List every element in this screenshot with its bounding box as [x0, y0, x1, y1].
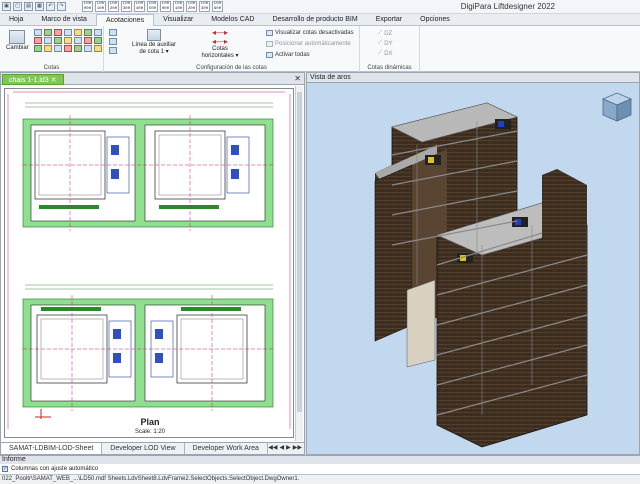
activar-todas-button[interactable]: Activar todas — [266, 52, 310, 58]
linea-auxiliar-button[interactable]: Línea de auxiliar de cota 1 ▾ — [126, 29, 182, 55]
document-tab[interactable]: chais 1-1.ld3 ✕ — [2, 74, 64, 85]
cotas-horizontales-button[interactable]: ◂—▸ ◂—▸ Cotas horizontales ▾ — [200, 28, 240, 59]
posicionar-automaticamente-button[interactable]: Posicionar automáticamente — [266, 41, 351, 47]
title-bar: ▣ ▢ ▤ ▦ ↶ ↷ L00 000 L00 100 L00 200 L00 300 L00 4… — [0, 0, 640, 14]
plan-title: Plan — [140, 417, 160, 427]
sheet-tabs: SAMAT-LDBIM-LOD-Sheet Developer LOD View D… — [1, 442, 304, 454]
sheet-nav-arrows: ◀◀ ◀ ▶ ▶▶ — [268, 444, 302, 451]
dx-icon: ⟋ — [378, 50, 383, 56]
ribbon-tab[interactable]: Acotaciones — [95, 14, 155, 26]
ribbon-tab[interactable]: Desarrollo de producto BIM — [263, 14, 366, 26]
dimension-tool-grid — [34, 29, 103, 52]
dim-tool-icon[interactable] — [34, 29, 42, 36]
group-cotas-label: Cotas — [43, 65, 60, 71]
prev-sheet-icon[interactable]: ◀ — [280, 444, 285, 451]
dz-icon: ⟋ — [378, 30, 383, 36]
vertical-scrollbar[interactable] — [295, 86, 303, 441]
dim-tool-icon[interactable] — [44, 37, 52, 44]
group-dinamicas-label: Cotas dinámicas — [367, 65, 412, 71]
document-tabs: chais 1-1.ld3 ✕ ✕ — [1, 73, 304, 85]
ribbon-tab[interactable]: Hoja — [0, 14, 32, 26]
shaft-plan-top — [22, 115, 274, 231]
ribbon-tab[interactable]: Opciones — [411, 14, 459, 26]
ribbon: Cambiar Cotas Línea de auxiliar de cota … — [0, 26, 640, 72]
dim-tool-icon[interactable] — [54, 29, 62, 36]
dy-button[interactable]: ⟋ DY — [378, 40, 393, 47]
dim-tool-icon[interactable] — [94, 37, 102, 44]
informe-header: Informe — [0, 455, 640, 464]
group-cotas: Cambiar Cotas — [0, 26, 104, 72]
dim-tool-icon[interactable] — [54, 37, 62, 44]
ribbon-tab[interactable]: Modelos CAD — [202, 14, 263, 26]
config-tool-icon[interactable] — [109, 38, 117, 45]
status-bar: 022_Pooltr\SAMAT_WEB_...\LD50.mdf Sheets… — [0, 474, 640, 484]
next-sheet-icon[interactable]: ▶ — [286, 444, 291, 451]
dim-tool-icon[interactable] — [84, 45, 92, 52]
config-tool-icon[interactable] — [109, 29, 117, 36]
cambiar-button[interactable]: Cambiar — [6, 30, 29, 51]
auto-position-icon — [266, 41, 273, 47]
autofit-columns-checkbox[interactable]: ✓ — [2, 466, 8, 472]
first-sheet-icon[interactable]: ◀◀ — [268, 444, 277, 451]
dim-tool-icon[interactable] — [74, 37, 82, 44]
panel-close-icon[interactable]: ✕ — [294, 74, 301, 83]
dim-tool-icon[interactable] — [34, 45, 42, 52]
ribbon-tab[interactable]: Visualizar — [154, 14, 202, 26]
dim-tool-icon[interactable] — [64, 37, 72, 44]
activate-all-icon — [266, 52, 273, 58]
group-configuracion-label: Configuración de las cotas — [196, 65, 267, 71]
dim-tool-icon[interactable] — [74, 29, 82, 36]
ribbon-tab[interactable]: Exportar — [367, 14, 411, 26]
dim-tool-icon[interactable] — [54, 45, 62, 52]
arrows-horizontal-icon: ◂—▸ — [211, 37, 229, 46]
sheet-tab[interactable]: Developer LOD View — [102, 443, 185, 454]
plan-scale: Scale: 1:20 — [134, 429, 166, 435]
plan-drawing — [7, 91, 291, 429]
dz-button[interactable]: ⟋ DZ — [378, 30, 392, 37]
dim-tool-icon[interactable] — [84, 37, 92, 44]
linea-auxiliar-icon — [147, 29, 161, 41]
visualizar-cotas-desactivadas-button[interactable]: Visualizar cotas desactivadas — [266, 30, 354, 36]
dim-tool-icon[interactable] — [34, 37, 42, 44]
dim-tool-icon[interactable] — [64, 45, 72, 52]
dim-tool-icon[interactable] — [64, 29, 72, 36]
ribbon-tabs: Hoja Marco de vista Acotaciones Visualizar M… — [0, 14, 640, 26]
group-configuracion-cotas: Línea de auxiliar de cota 1 ▾ ◂—▸ ◂—▸ Co… — [104, 26, 360, 72]
arrows-horizontal-icon: ◂—▸ — [211, 28, 229, 37]
dim-tool-icon[interactable] — [84, 29, 92, 36]
informe-options: ✓ Columnas con ajuste automático — [0, 464, 640, 474]
dim-tool-icon[interactable] — [74, 45, 82, 52]
app-title: DigiPara Liftdesigner 2022 — [460, 2, 555, 11]
last-sheet-icon[interactable]: ▶▶ — [293, 444, 302, 451]
cambiar-icon — [9, 30, 25, 44]
dim-tool-icon[interactable] — [44, 29, 52, 36]
dim-tool-icon[interactable] — [94, 29, 102, 36]
scrollbar-thumb[interactable] — [297, 92, 302, 412]
drawing-sheet[interactable]: Plan Scale: 1:20 — [4, 88, 294, 438]
dx-button[interactable]: ⟋ DX — [378, 50, 393, 57]
3d-view-title: Vista de aros — [307, 73, 639, 83]
3d-view-panel: Vista de aros — [306, 72, 640, 455]
sheet-tab[interactable]: SAMAT-LDBIM-LOD-Sheet — [1, 443, 103, 454]
dim-tool-icon[interactable] — [94, 45, 102, 52]
config-tool-icon[interactable] — [109, 47, 117, 54]
visibility-icon — [266, 30, 273, 36]
dim-tool-icon[interactable] — [44, 45, 52, 52]
sheet-tab[interactable]: Developer Work Area — [185, 443, 268, 454]
3d-shaft-model[interactable] — [307, 85, 637, 455]
plan-view-panel: chais 1-1.ld3 ✕ ✕ Plan Scale: 1:20 SAMAT… — [0, 72, 305, 455]
ribbon-tab[interactable]: Marco de vista — [32, 14, 96, 26]
dy-icon: ⟋ — [378, 40, 383, 46]
shaft-plan-bottom — [22, 295, 274, 419]
group-cotas-dinamicas: ⟋ DZ ⟋ DY ⟋ DX Cotas dinámicas — [360, 26, 420, 72]
